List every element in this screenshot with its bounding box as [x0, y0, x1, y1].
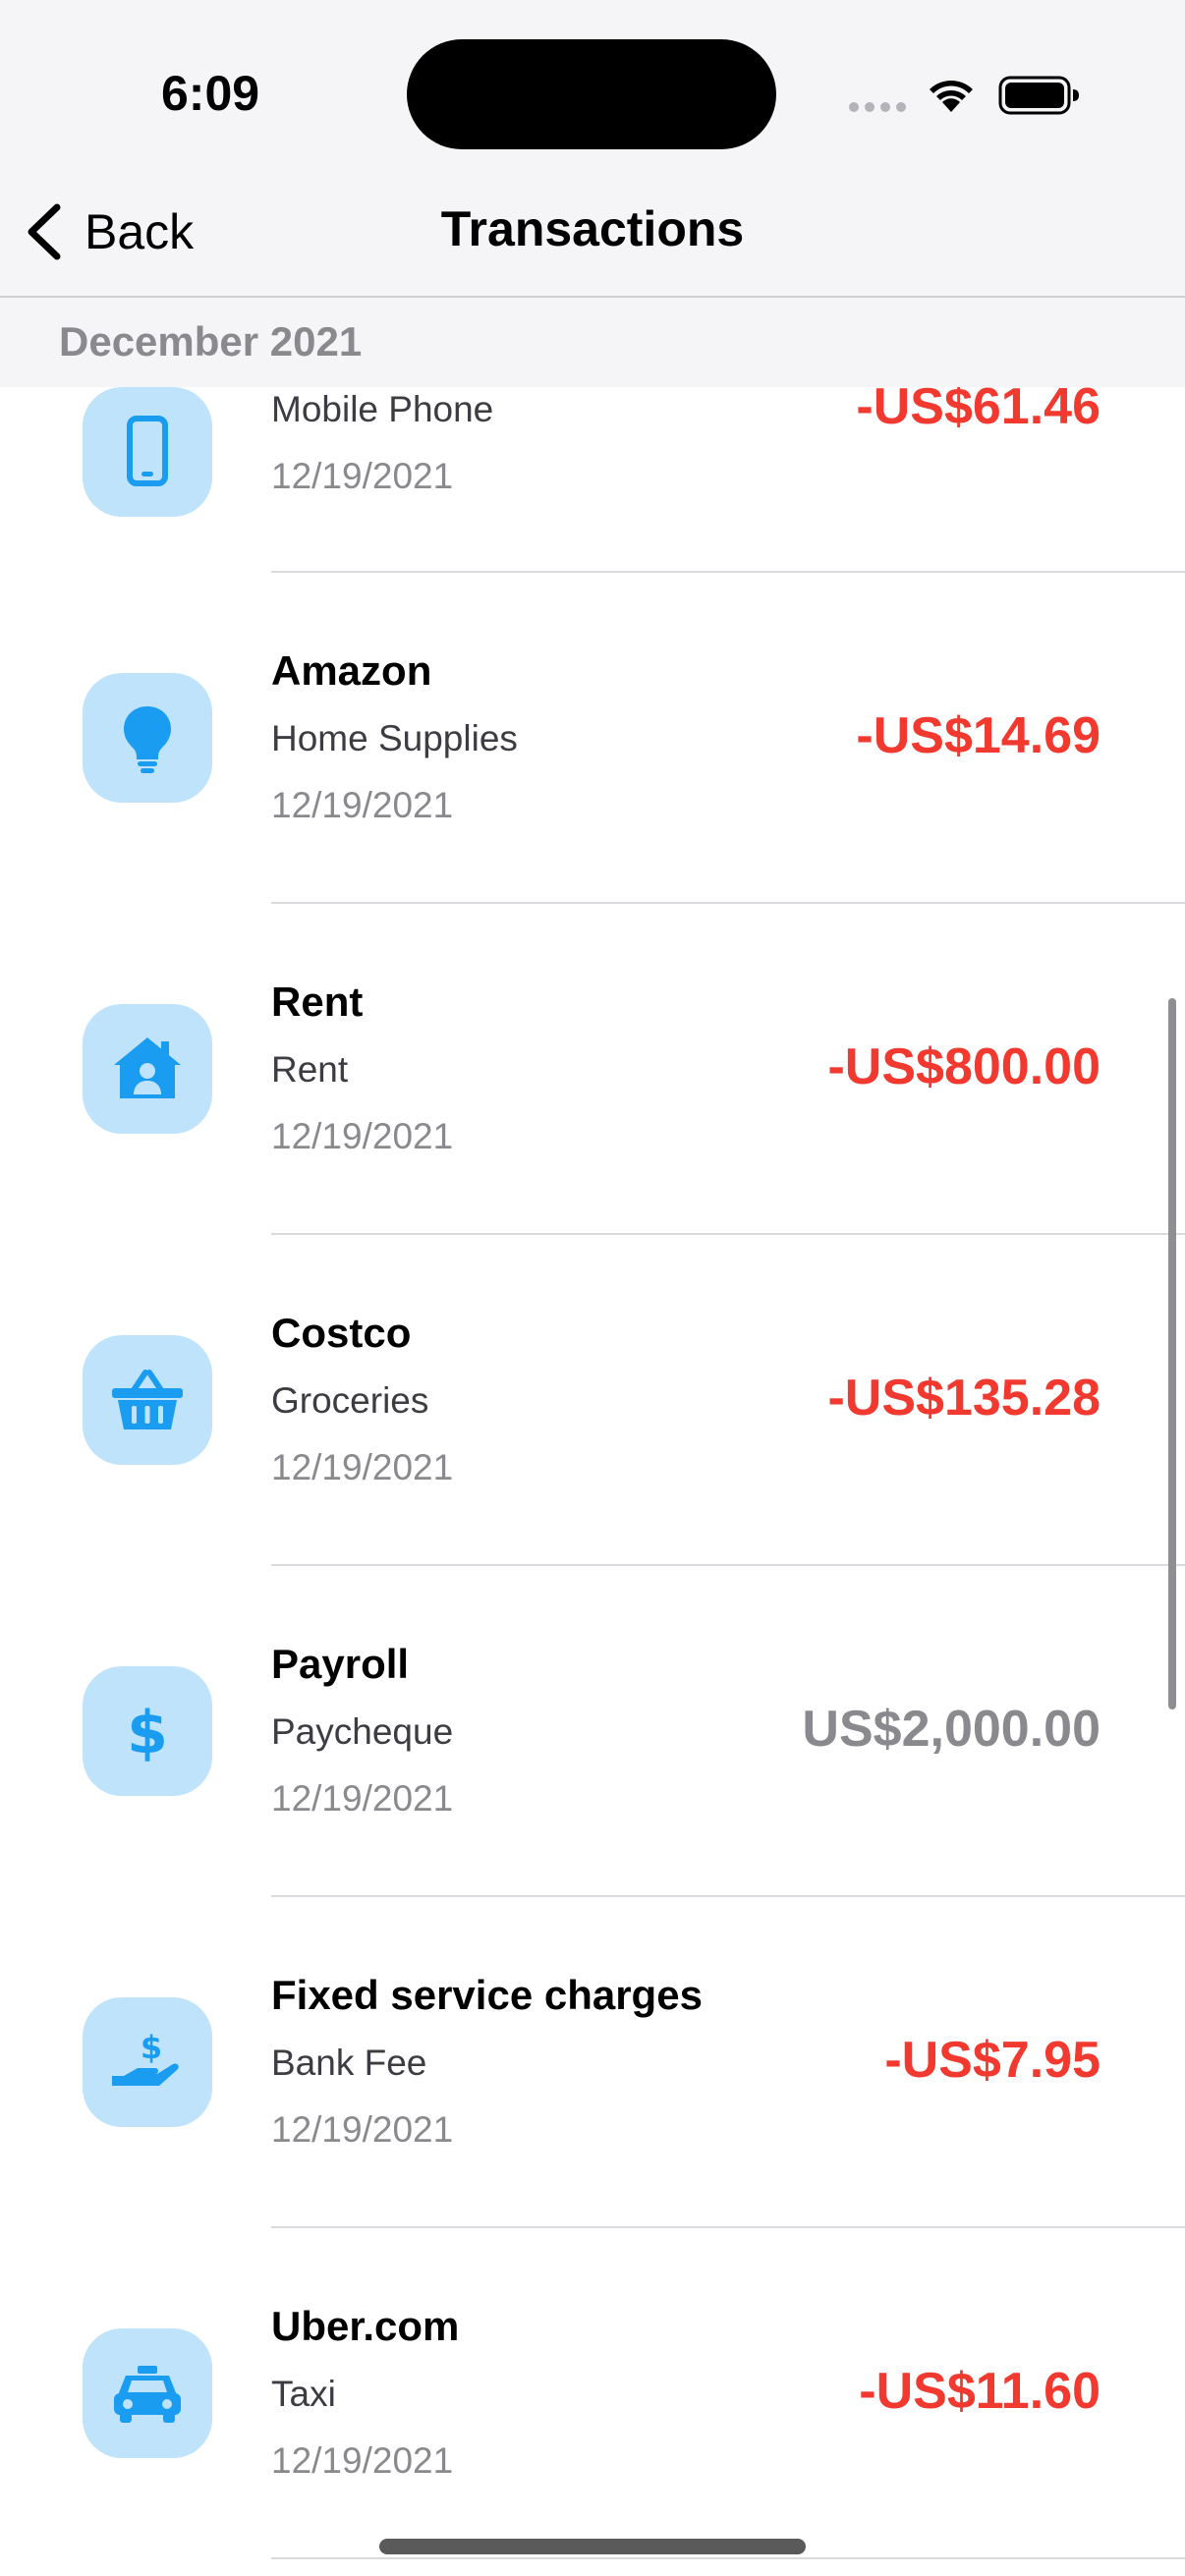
transaction-category: Rent — [271, 1049, 349, 1090]
lightbulb-icon — [83, 673, 212, 803]
transaction-row[interactable]: Amazon Home Supplies 12/19/2021 -US$14.6… — [0, 573, 1185, 904]
transaction-name: Rent — [271, 979, 364, 1025]
transaction-row[interactable]: Rent Rent 12/19/2021 -US$800.00 — [0, 904, 1185, 1235]
row-divider — [271, 2557, 1185, 2559]
transaction-amount: -US$7.95 — [884, 2032, 1100, 2089]
top-bar: 6:09 Back Transactions December 2021 — [0, 0, 1185, 387]
transaction-category: Bank Fee — [271, 2043, 427, 2083]
svg-text:$: $ — [141, 2029, 162, 2066]
transaction-date: 12/19/2021 — [271, 2109, 454, 2150]
taxi-icon — [83, 2328, 212, 2458]
page-title: Transactions — [440, 201, 745, 256]
transaction-date: 12/19/2021 — [271, 456, 454, 496]
dollar-sign-icon: $ — [83, 1666, 212, 1796]
transaction-amount: -US$14.69 — [856, 707, 1100, 764]
home-indicator[interactable] — [379, 2539, 806, 2554]
scroll-indicator[interactable] — [1168, 998, 1176, 1709]
transaction-category: Mobile Phone — [271, 389, 494, 429]
transaction-amount: -US$800.00 — [827, 1038, 1100, 1095]
mobile-phone-icon — [83, 387, 212, 517]
nav-divider — [0, 296, 1185, 298]
screen: Mobile Phone 12/19/2021 -US$61.46 Amazon… — [0, 0, 1185, 2576]
svg-text:$: $ — [127, 1699, 168, 1767]
section-header: December 2021 — [59, 318, 363, 364]
transaction-date: 12/19/2021 — [271, 1778, 454, 1819]
transaction-date: 12/19/2021 — [271, 1447, 454, 1487]
transaction-date: 12/19/2021 — [271, 2440, 454, 2481]
hand-dollar-icon: $ — [83, 1997, 212, 2127]
battery-icon — [998, 76, 1079, 115]
transaction-name: Fixed service charges — [271, 1972, 703, 2018]
dynamic-island — [407, 39, 776, 149]
transaction-row[interactable]: Uber.com Taxi 12/19/2021 -US$11.60 — [0, 2228, 1185, 2559]
transaction-name: Payroll — [271, 1641, 410, 1687]
transaction-name: Amazon — [271, 647, 432, 694]
transaction-amount: -US$135.28 — [827, 1370, 1100, 1427]
status-time: 6:09 — [161, 66, 260, 121]
transaction-date: 12/19/2021 — [271, 785, 454, 825]
transaction-name: Costco — [271, 1310, 412, 1356]
transaction-row[interactable]: $ Fixed service charges Bank Fee 12/19/2… — [0, 1897, 1185, 2228]
transaction-amount: -US$11.60 — [859, 2363, 1100, 2420]
transaction-row[interactable]: Costco Groceries 12/19/2021 -US$135.28 — [0, 1235, 1185, 1566]
transaction-date: 12/19/2021 — [271, 1116, 454, 1156]
house-icon — [83, 1004, 212, 1134]
transaction-name: Uber.com — [271, 2303, 460, 2349]
transaction-category: Taxi — [271, 2374, 336, 2414]
transaction-category: Home Supplies — [271, 718, 518, 758]
wifi-icon — [930, 81, 973, 112]
transaction-row[interactable]: $ Payroll Paycheque 12/19/2021 US$2,000.… — [0, 1566, 1185, 1897]
cellular-signal-icon — [849, 102, 906, 112]
transaction-amount: US$2,000.00 — [802, 1701, 1100, 1758]
transaction-category: Paycheque — [271, 1711, 454, 1752]
transaction-category: Groceries — [271, 1380, 429, 1421]
basket-icon — [83, 1335, 212, 1465]
